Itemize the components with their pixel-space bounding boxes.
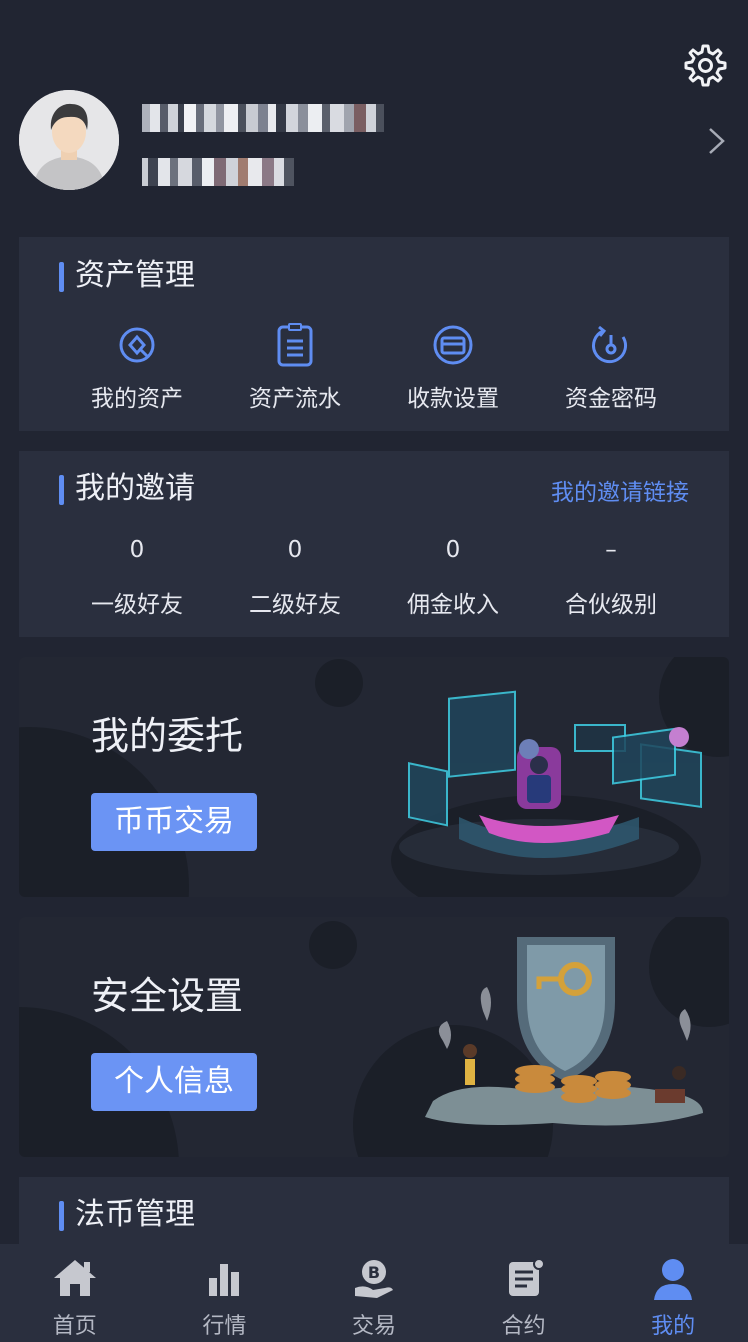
tab-contract[interactable]: 合约 — [449, 1244, 599, 1342]
payment-settings-label: 收款设置 — [407, 386, 499, 412]
stat-label: 合伙级别 — [565, 592, 657, 618]
card-icon — [433, 325, 473, 365]
asset-management-card: 资产管理 我的资产 资产流水 收款设置 资金密码 — [19, 237, 729, 431]
avatar[interactable] — [19, 90, 119, 190]
contract-icon — [508, 1258, 545, 1296]
invite-link[interactable]: 我的邀请链接 — [551, 473, 689, 507]
stat-label: 一级好友 — [91, 592, 183, 618]
asset-flow-button[interactable]: 资产流水 — [216, 323, 374, 413]
section-title: 我的邀请 — [59, 471, 195, 507]
payment-settings-button[interactable]: 收款设置 — [374, 323, 532, 413]
personal-info-button[interactable]: 个人信息 — [91, 1053, 257, 1111]
invitation-card: 我的邀请 我的邀请链接 0 一级好友 0 二级好友 0 佣金收入 – 合伙级别 — [19, 451, 729, 637]
stat-value: – — [605, 537, 617, 563]
tab-home[interactable]: 首页 — [0, 1244, 150, 1342]
banner-title: 我的委托 — [91, 714, 244, 758]
stat-value: 0 — [287, 537, 303, 563]
bar-chart-icon — [209, 1264, 240, 1296]
username-masked — [142, 104, 384, 132]
tab-label: 我的 — [651, 1314, 696, 1339]
stat-first-level-friends: 0 一级好友 — [58, 537, 216, 619]
wallet-icon — [119, 327, 155, 363]
spot-trading-button[interactable]: 币币交易 — [91, 793, 257, 851]
stat-commission: 0 佣金收入 — [374, 537, 532, 619]
tab-label: 交易 — [351, 1314, 396, 1339]
clipboard-icon — [277, 323, 313, 367]
user-id-masked — [142, 158, 294, 186]
tab-label: 首页 — [52, 1314, 97, 1339]
stat-label: 二级好友 — [249, 592, 341, 618]
stat-second-level-friends: 0 二级好友 — [216, 537, 374, 619]
default-avatar-icon — [19, 90, 119, 190]
stat-partner-level: – 合伙级别 — [532, 537, 690, 619]
fund-password-button[interactable]: 资金密码 — [532, 323, 690, 413]
home-icon — [53, 1260, 96, 1296]
gear-icon[interactable] — [680, 42, 728, 90]
my-assets-button[interactable]: 我的资产 — [58, 323, 216, 413]
svg-text:B: B — [368, 1263, 380, 1282]
asset-flow-label: 资产流水 — [249, 386, 341, 412]
bottom-tab-bar: 首页 行情 B 交易 合约 我的 — [0, 1244, 748, 1342]
section-title: 法币管理 — [59, 1197, 195, 1233]
fund-password-label: 资金密码 — [565, 386, 657, 412]
security-settings-banner[interactable]: 安全设置 个人信息 — [19, 917, 729, 1157]
banner-title: 安全设置 — [91, 974, 244, 1018]
chevron-right-icon[interactable] — [705, 125, 729, 157]
my-assets-label: 我的资产 — [91, 386, 183, 412]
security-shield-illustration — [425, 937, 703, 1126]
tab-market[interactable]: 行情 — [150, 1244, 300, 1342]
stat-value: 0 — [445, 537, 461, 563]
tab-label: 合约 — [501, 1314, 546, 1339]
trader-illustration — [399, 690, 702, 875]
stat-value: 0 — [129, 537, 145, 563]
section-title: 资产管理 — [59, 258, 195, 294]
user-icon — [654, 1259, 693, 1300]
tab-mine[interactable]: 我的 — [598, 1244, 748, 1342]
my-orders-banner[interactable]: 我的委托 币币交易 — [19, 657, 729, 897]
key-lock-icon — [592, 325, 628, 364]
fiat-management-card: 法币管理 — [19, 1177, 729, 1244]
bitcoin-hand-icon: B — [354, 1260, 393, 1298]
tab-label: 行情 — [202, 1314, 247, 1339]
tab-trade[interactable]: B 交易 — [299, 1244, 449, 1342]
stat-label: 佣金收入 — [407, 592, 499, 618]
